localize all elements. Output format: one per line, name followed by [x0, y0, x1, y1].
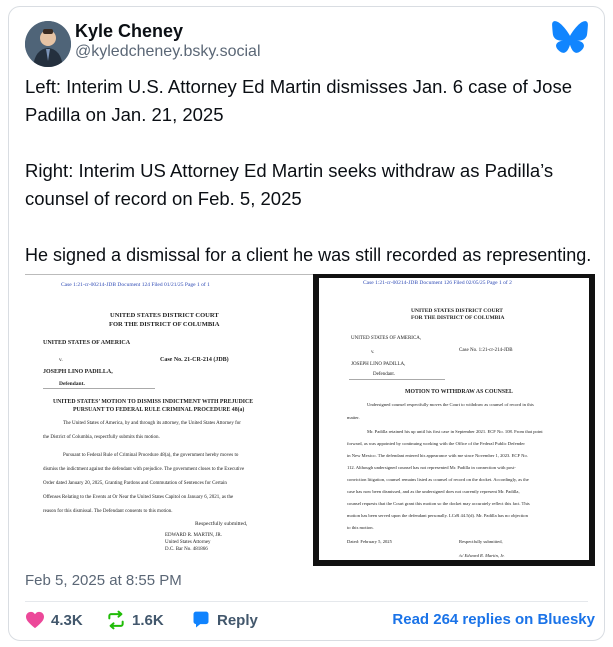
- doc-title: UNITED STATES’ MOTION TO DISMISS INDICTM…: [53, 399, 254, 405]
- avatar-image: [25, 21, 71, 67]
- post-actions: 4.3K 1.6K Reply Read 264 replies on Blue…: [25, 608, 595, 632]
- repost-count: 1.6K: [132, 611, 164, 629]
- doc-signature: EDWARD R. MARTIN, JR.: [165, 533, 222, 538]
- doc-signature: D.C. Bar No. 481866: [165, 547, 208, 552]
- doc-v: v.: [59, 357, 63, 363]
- doc-dated: Dated: February 5, 2025: [347, 539, 392, 544]
- repost-button[interactable]: 1.6K: [106, 608, 164, 632]
- doc-signature: United States Attorney: [165, 540, 211, 545]
- doc-body-line: motion has been served upon the defendan…: [347, 513, 528, 518]
- doc-v: v.: [371, 350, 375, 355]
- doc-rule: [349, 379, 445, 380]
- doc-body-line: to this motion.: [347, 525, 374, 530]
- doc-body-line: The United States of America, by and thr…: [63, 421, 241, 426]
- doc-case-no: Case No. 1:21-cr-214-JDB: [459, 348, 513, 353]
- like-button[interactable]: 4.3K: [25, 608, 83, 632]
- doc-body-line: Undersigned counsel respectfully moves t…: [367, 402, 534, 407]
- doc-header: Case 1:21-cr-00214-JDB Document 124 File…: [61, 282, 210, 288]
- author-name[interactable]: Kyle Cheney: [75, 21, 183, 42]
- doc-court: FOR THE DISTRICT OF COLUMBIA: [411, 315, 505, 321]
- doc-court: UNITED STATES DISTRICT COURT: [411, 308, 503, 314]
- post-paragraph-1: Left: Interim U.S. Attorney Ed Martin di…: [25, 76, 573, 125]
- doc-court: FOR THE DISTRICT OF COLUMBIA: [109, 321, 220, 328]
- post-paragraph-3: He signed a dismissal for a client he wa…: [25, 245, 592, 265]
- doc-body-line: dismiss the indictment against the defen…: [43, 467, 245, 472]
- doc-body-line: reason for this dismissal. The Defendant…: [43, 509, 173, 514]
- doc-body-line: matter.: [347, 415, 360, 420]
- post-text: Left: Interim U.S. Attorney Ed Martin di…: [25, 73, 595, 297]
- bluesky-butterfly-icon[interactable]: [552, 21, 588, 53]
- doc-signature: /s/ Edward R. Martin, Jr.: [459, 553, 505, 558]
- doc-party: JOSEPH LINO PADILLA,: [43, 369, 113, 375]
- doc-rule: [43, 388, 155, 389]
- doc-body-line: conviction litigation, counsel remains l…: [347, 477, 529, 482]
- read-replies-link[interactable]: Read 264 replies on Bluesky: [392, 611, 595, 628]
- reply-button[interactable]: Reply: [191, 608, 258, 632]
- doc-body-line: in New Mexico. The defendant entered his…: [347, 453, 528, 458]
- reply-icon: [193, 611, 209, 628]
- reply-label: Reply: [217, 611, 258, 629]
- post-card[interactable]: Kyle Cheney @kyledcheney.bsky.social Lef…: [8, 6, 605, 641]
- doc-header: Case 1:21-cr-00214-JDB Document 126 File…: [363, 280, 512, 286]
- doc-party: UNITED STATES OF AMERICA: [43, 340, 131, 346]
- divider: [25, 601, 588, 602]
- doc-body-line: the District of Columbia, respectfully s…: [43, 435, 160, 440]
- repost-icon: [108, 610, 124, 630]
- post-timestamp[interactable]: Feb 5, 2025 at 8:55 PM: [25, 572, 182, 589]
- doc-body-line: 112. Although undersigned counsel has no…: [347, 465, 516, 470]
- doc-signoff: Respectfully submitted,: [195, 521, 248, 527]
- doc-body-line: Mr. Padilla retained his up until his fi…: [367, 429, 543, 434]
- doc-defendant: Defendant.: [373, 372, 396, 377]
- doc-title: MOTION TO WITHDRAW AS COUNSEL: [405, 389, 513, 395]
- doc-party: JOSEPH LINO PADILLA,: [351, 362, 406, 367]
- doc-defendant: Defendant.: [59, 381, 85, 387]
- doc-body-line: case has now been dismissed, and as the …: [347, 489, 520, 494]
- like-count: 4.3K: [51, 611, 83, 629]
- author-handle[interactable]: @kyledcheney.bsky.social: [75, 43, 261, 61]
- court-document-right[interactable]: Case 1:21-cr-00214-JDB Document 126 File…: [313, 274, 595, 566]
- doc-case-no: Case No. 21-CR-214 (JDB): [160, 357, 229, 363]
- post-paragraph-2: Right: Interim US Attorney Ed Martin see…: [25, 160, 554, 209]
- doc-body-line: Order dated January 20, 2025, Granting P…: [43, 481, 227, 486]
- doc-body-line: Pursuant to Federal Rule of Criminal Pro…: [63, 453, 239, 458]
- doc-body-line: Offenses Relating to the Events at Or Ne…: [43, 495, 234, 500]
- avatar[interactable]: [25, 21, 71, 67]
- heart-icon: [26, 611, 44, 629]
- court-document-left[interactable]: Case 1:21-cr-00214-JDB Document 124 File…: [25, 274, 317, 567]
- post-images[interactable]: Case 1:21-cr-00214-JDB Document 124 File…: [25, 274, 595, 567]
- doc-body-line: forward, as was appointed by continuing …: [347, 441, 525, 446]
- doc-court: UNITED STATES DISTRICT COURT: [110, 312, 219, 319]
- doc-signoff: Respectfully submitted,: [459, 539, 503, 544]
- doc-party: UNITED STATES OF AMERICA,: [351, 336, 422, 341]
- doc-title: PURSUANT TO FEDERAL RULE CRIMINAL PROCED…: [73, 407, 245, 413]
- doc-body-line: counsel requests that the Court grant th…: [347, 501, 530, 506]
